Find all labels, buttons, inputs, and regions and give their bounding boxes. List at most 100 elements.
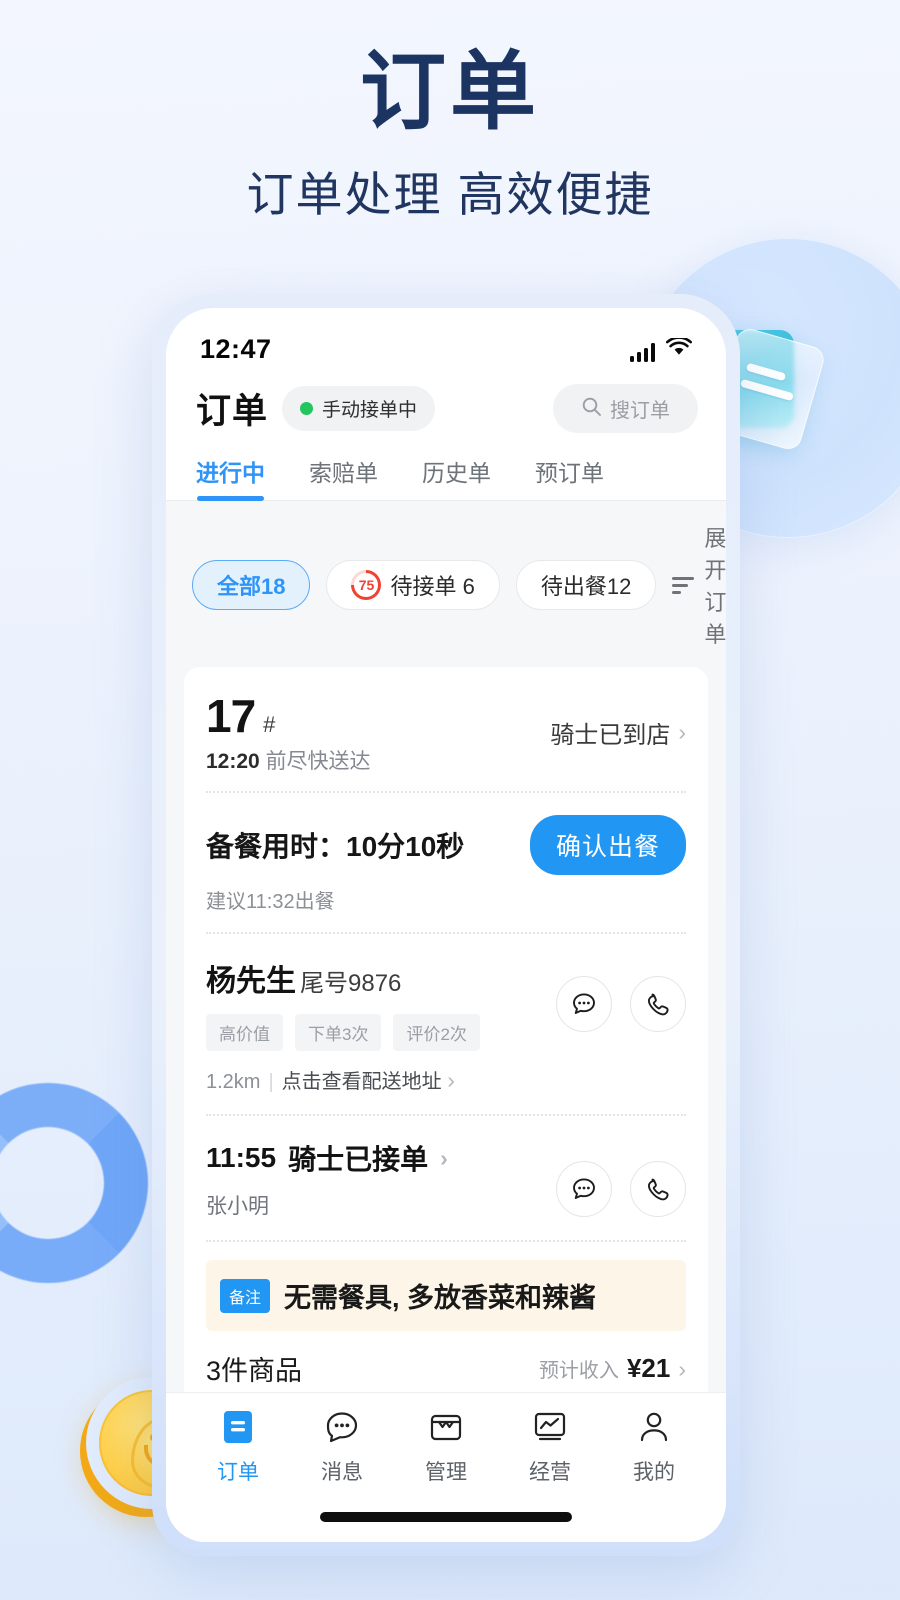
order-number-hash: #: [263, 712, 276, 737]
goods-count: 3件商品: [206, 1356, 303, 1386]
green-dot-icon: [300, 402, 314, 415]
order-header: 17 # 12:20 前尽快送达 骑士已到店 ›: [206, 667, 686, 791]
sort-lines-icon: [672, 576, 695, 594]
order-eta-text: 前尽快送达: [265, 750, 371, 773]
wifi-icon: [666, 335, 692, 362]
customer-tag: 高价值: [206, 1014, 283, 1051]
divider-pipe: |: [268, 1071, 274, 1093]
customer-info: 杨先生 尾号9876 高价值 下单3次 评价2次: [206, 956, 480, 1051]
order-remark: 备注 无需餐具, 多放香菜和辣酱: [206, 1260, 686, 1331]
customer-distance: 1.2km: [206, 1071, 261, 1093]
cellular-bars-icon: [629, 342, 655, 362]
expected-income-label: 预计收入: [538, 1360, 619, 1382]
nav-label-messages: 消息: [321, 1461, 363, 1484]
countdown-timer-badge: 75: [351, 570, 382, 600]
divider: [206, 1240, 686, 1242]
rider-name: 张小明: [206, 1195, 269, 1218]
nav-item-messages[interactable]: 消息: [290, 1407, 394, 1486]
expand-orders-label: 展开订单: [704, 526, 726, 647]
prep-time-label: 备餐用时：10分10秒: [206, 831, 465, 862]
prep-suggest-label: 建议11:32出餐: [206, 891, 335, 913]
accept-mode-status-pill[interactable]: 手动接单中: [282, 386, 436, 431]
phone-icon[interactable]: [630, 1161, 686, 1217]
rider-info: 11:55 骑士已接单 › 张小明: [206, 1138, 448, 1240]
page-title: 订单: [360, 44, 540, 140]
order-eta-time: 12:20: [206, 750, 260, 773]
nav-item-orders[interactable]: 订单: [186, 1407, 290, 1486]
customer-phone-tail: 尾号9876: [300, 970, 402, 997]
app-header: 订单 手动接单中 搜订单: [166, 369, 726, 434]
accept-mode-label: 手动接单中: [322, 400, 418, 421]
nav-item-business[interactable]: 经营: [498, 1407, 602, 1486]
status-bar: 12:47: [166, 308, 726, 369]
nav-label-business: 经营: [529, 1461, 571, 1484]
search-icon: [581, 396, 602, 422]
order-eta: 12:20 前尽快送达: [206, 745, 371, 775]
phone-mockup: 12:47 订单 手动接单中 搜订单 进行中 索赔单 历史单 预订单 全部18 …: [152, 294, 740, 1556]
customer-tags: 高价值 下单3次 评价2次: [206, 1014, 480, 1051]
order-card[interactable]: 17 # 12:20 前尽快送达 骑士已到店 › 备餐用时：10分10秒 确认出…: [184, 667, 708, 1485]
customer-row: 杨先生 尾号9876 高价值 下单3次 评价2次: [206, 934, 686, 1051]
customer-tag: 下单3次: [295, 1014, 382, 1051]
document-line-bottom: [739, 378, 795, 402]
filter-chip-all[interactable]: 全部18: [192, 560, 311, 610]
blue-ring-decoration: [0, 1083, 148, 1283]
confirm-serve-button[interactable]: 确认出餐: [529, 815, 686, 875]
filter-chip-pending-accept[interactable]: 75 待接单 6: [326, 560, 500, 610]
customer-contact-buttons: [556, 975, 686, 1032]
rider-row: 11:55 骑士已接单 › 张小明: [206, 1116, 686, 1240]
customer-name: 杨先生: [206, 965, 296, 998]
chat-bubble-icon[interactable]: [556, 1161, 612, 1217]
chevron-right-icon: ›: [447, 1067, 455, 1093]
tab-ongoing[interactable]: 进行中: [196, 454, 265, 501]
customer-address-row[interactable]: 1.2km | 点击查看配送地址 ›: [206, 1065, 686, 1114]
view-address-link[interactable]: 点击查看配送地址: [282, 1071, 442, 1093]
page-subtitle: 订单处理 高效便捷: [246, 168, 654, 222]
remark-text: 无需餐具, 多放香菜和辣酱: [284, 1283, 597, 1313]
rider-status-time: 11:55: [206, 1142, 277, 1173]
order-list-icon: [218, 1407, 258, 1447]
tab-preorder[interactable]: 预订单: [535, 454, 604, 500]
remark-tag: 备注: [220, 1278, 271, 1313]
status-bar-indicators: [629, 335, 692, 362]
chat-bubble-icon[interactable]: [556, 975, 612, 1032]
chat-bubble-icon: [322, 1407, 362, 1447]
chevron-right-icon: ›: [678, 1356, 686, 1382]
expected-income-value: ¥21: [626, 1353, 671, 1383]
document-line-top: [745, 362, 787, 382]
chevron-right-icon: ›: [678, 718, 686, 745]
bottom-navigation: 订单 消息 管理 经营 我的: [166, 1392, 726, 1542]
order-status-label: 骑士已到店: [550, 721, 671, 749]
nav-label-profile: 我的: [633, 1461, 675, 1484]
order-number-value: 17: [206, 690, 256, 742]
nav-item-manage[interactable]: 管理: [394, 1407, 498, 1486]
order-status-link[interactable]: 骑士已到店 ›: [550, 715, 686, 750]
filter-chip-pending-accept-label: 待接单 6: [390, 574, 475, 599]
status-bar-time: 12:47: [200, 334, 272, 364]
store-icon: [426, 1407, 466, 1447]
customer-tag: 评价2次: [393, 1014, 480, 1051]
expand-orders-button[interactable]: 展开订单: [672, 521, 726, 649]
search-placeholder: 搜订单: [610, 400, 670, 422]
filter-chip-row: 全部18 75 待接单 6 待出餐12 展开订单: [166, 501, 726, 667]
nav-item-profile[interactable]: 我的: [602, 1407, 706, 1486]
rider-contact-buttons: [556, 1161, 686, 1217]
rider-status-label: 骑士已接单: [288, 1144, 429, 1175]
phone-screen: 12:47 订单 手动接单中 搜订单 进行中 索赔单 历史单 预订单 全部18 …: [166, 308, 726, 1542]
customer-name-line: 杨先生 尾号9876: [206, 956, 480, 1000]
prep-time-row: 备餐用时：10分10秒 确认出餐: [206, 793, 686, 885]
tab-history[interactable]: 历史单: [422, 454, 491, 500]
order-number-block: 17 # 12:20 前尽快送达: [206, 689, 371, 775]
nav-label-orders: 订单: [217, 1461, 259, 1484]
phone-icon[interactable]: [630, 975, 686, 1032]
countdown-timer-value: 75: [354, 573, 379, 597]
tab-claims[interactable]: 索赔单: [309, 454, 378, 500]
order-number: 17 #: [206, 689, 371, 743]
rider-status-line[interactable]: 11:55 骑士已接单 ›: [206, 1138, 448, 1178]
chart-line-icon: [530, 1407, 570, 1447]
chevron-right-icon: ›: [440, 1144, 448, 1171]
filter-chip-pending-serve[interactable]: 待出餐12: [515, 560, 657, 610]
user-icon: [634, 1407, 674, 1447]
search-input[interactable]: 搜订单: [553, 384, 698, 433]
nav-items: 订单 消息 管理 经营 我的: [186, 1407, 706, 1486]
